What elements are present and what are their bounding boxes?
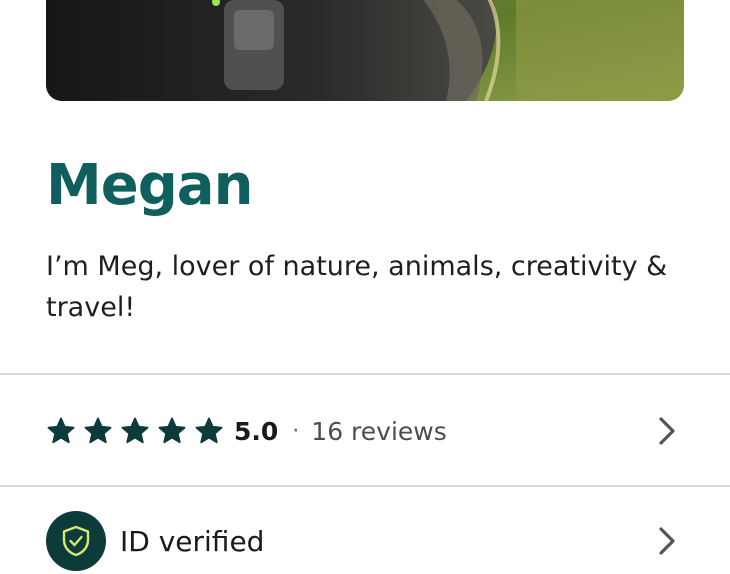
shield-check-icon [62,525,90,557]
profile-name: Megan [46,153,253,218]
profile-bio: I’m Meg, lover of nature, animals, creat… [46,251,668,323]
chevron-right-icon[interactable] [656,526,678,556]
star-icon [120,416,150,446]
divider [0,373,730,375]
separator-dot: · [292,418,300,444]
star-rating [46,416,231,446]
reviews-count: 16 reviews [311,416,447,446]
profile-photo [46,0,684,101]
reviews-row[interactable]: 5.0 · 16 reviews [46,400,684,462]
verified-badge [46,511,106,571]
id-verified-label: ID verified [120,524,265,558]
star-icon [46,416,76,446]
star-icon [157,416,187,446]
star-icon [194,416,224,446]
divider [0,485,730,487]
rating-value: 5.0 [234,416,279,446]
chevron-right-icon[interactable] [656,416,678,446]
id-verified-row[interactable]: ID verified [46,508,684,574]
star-icon [83,416,113,446]
